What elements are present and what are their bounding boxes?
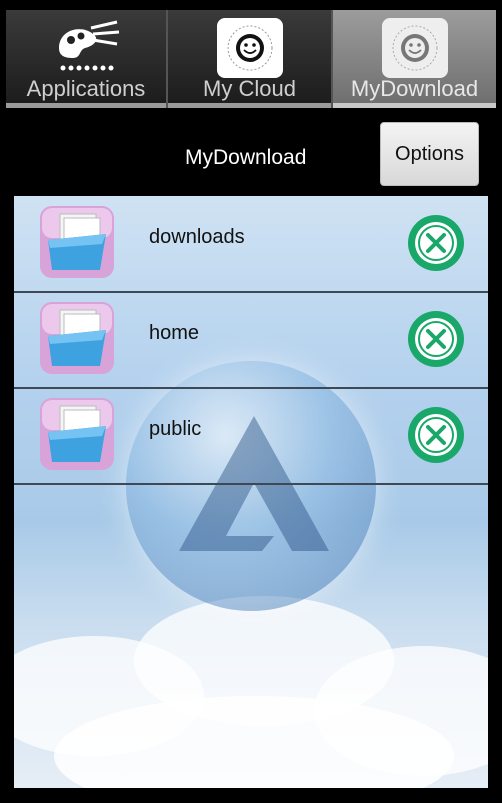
folder-name: public bbox=[149, 418, 202, 440]
folder-icon bbox=[40, 398, 114, 470]
list-item-downloads[interactable]: downloads bbox=[14, 196, 488, 293]
options-button[interactable]: Options bbox=[380, 122, 479, 186]
folder-name: downloads bbox=[149, 226, 245, 248]
tab-label: Applications bbox=[26, 76, 146, 101]
delete-circle-icon[interactable] bbox=[406, 213, 466, 273]
nas-smiley-icon bbox=[380, 16, 450, 80]
folder-icon bbox=[40, 302, 114, 374]
list-item-home[interactable]: home bbox=[14, 292, 488, 389]
tab-applications[interactable]: Applications bbox=[6, 10, 168, 108]
tab-bar: Applications My Cloud MyDownload bbox=[0, 0, 502, 110]
folder-list: downloads home public bbox=[14, 196, 488, 788]
tab-divider bbox=[6, 103, 166, 108]
tab-label: My Cloud bbox=[203, 76, 296, 101]
delete-circle-icon[interactable] bbox=[406, 405, 466, 465]
list-item-public[interactable]: public bbox=[14, 388, 488, 485]
folder-name: home bbox=[149, 322, 200, 344]
nas-smiley-icon bbox=[215, 16, 285, 80]
tab-divider bbox=[168, 103, 331, 108]
delete-circle-icon[interactable] bbox=[406, 309, 466, 369]
tab-label: MyDownload bbox=[350, 76, 479, 101]
tab-divider bbox=[333, 103, 496, 108]
tab-my-cloud[interactable]: My Cloud bbox=[168, 10, 333, 108]
tab-my-download[interactable]: MyDownload bbox=[333, 10, 496, 108]
folder-icon bbox=[40, 206, 114, 278]
palette-icon bbox=[51, 16, 121, 80]
page-title: MyDownload bbox=[185, 146, 307, 169]
